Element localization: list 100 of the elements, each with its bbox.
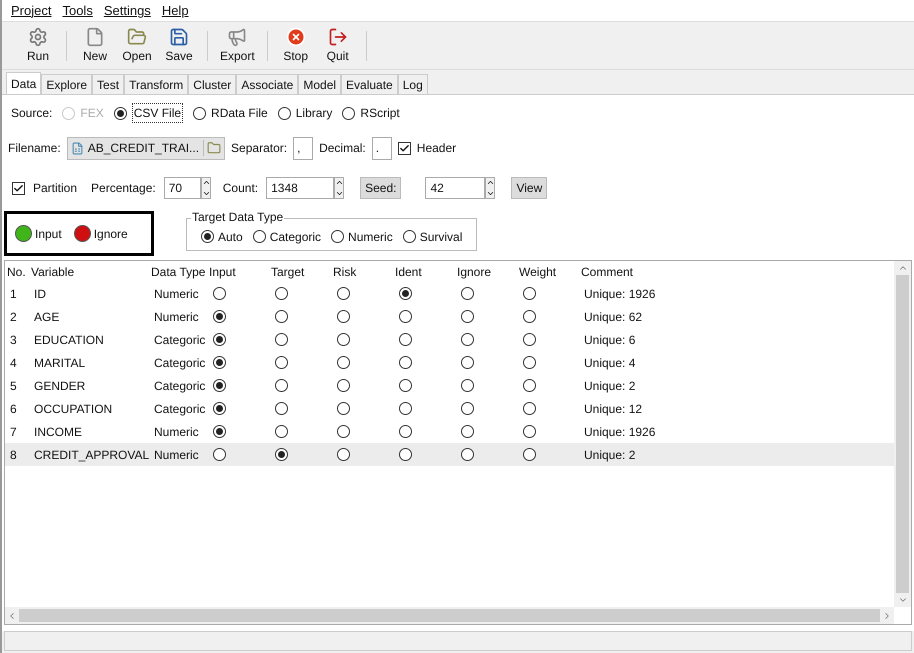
radio-button[interactable] [213,402,226,415]
seed-field[interactable]: 42 [425,177,486,199]
column-header[interactable]: Comment [581,262,894,280]
tab[interactable]: Evaluate [341,74,398,94]
tab[interactable]: Test [92,74,124,94]
horizontal-scrollbar[interactable] [5,607,894,624]
radio-button[interactable] [523,425,536,438]
radio-button[interactable] [523,379,536,392]
toolbar-button[interactable]: Stop [276,26,316,64]
radio-button[interactable] [337,402,350,415]
radio-button[interactable] [461,333,474,346]
percentage-field[interactable]: 70 [164,177,201,199]
radio-button[interactable] [402,230,416,243]
menu-item[interactable]: Settings [98,0,156,20]
decimal-field[interactable]: . [372,136,392,160]
seed-button[interactable]: Seed: [360,177,402,199]
radio-button[interactable] [337,333,350,346]
radio-button[interactable] [399,425,412,438]
vertical-scrollbar[interactable] [894,261,911,607]
column-header[interactable]: Input [209,262,271,280]
view-button[interactable]: View [511,177,548,199]
tab[interactable]: Associate [236,74,298,94]
radio-button[interactable] [461,402,474,415]
table-row[interactable]: 3 EDUCATION Categoric Unique: 6 [5,328,894,351]
radio-button[interactable] [337,425,350,438]
spin-buttons[interactable] [334,177,344,199]
column-header[interactable]: No. [7,262,31,280]
radio-button[interactable] [523,287,536,300]
radio-button[interactable] [275,287,288,300]
column-header[interactable]: Ident [395,262,457,280]
menu-item[interactable]: Tools [57,0,98,20]
tab[interactable]: Explore [41,74,92,94]
radio-button[interactable] [213,448,226,461]
radio-button[interactable] [275,448,288,461]
toolbar-button[interactable]: New [75,26,115,64]
radio-button[interactable] [331,230,344,243]
table-row[interactable]: 8 CREDIT_APPROVAL Numeric Unique: 2 [5,443,894,466]
count-field[interactable]: 1348 [266,177,334,199]
radio-button[interactable] [399,333,412,346]
radio-button[interactable] [275,425,288,438]
radio-button[interactable] [337,287,350,300]
radio-button[interactable] [337,310,350,323]
radio-button[interactable] [213,356,226,369]
radio-button[interactable] [114,106,127,120]
tab[interactable]: Cluster [188,74,236,94]
radio-button[interactable] [523,448,536,461]
radio-button[interactable] [523,310,536,323]
toolbar-button[interactable]: Quit [318,26,358,64]
column-header[interactable]: Target [271,262,333,280]
table-row[interactable]: 7 INCOME Numeric Unique: 1926 [5,420,894,443]
radio-button[interactable] [275,310,288,323]
spin-buttons[interactable] [200,177,211,199]
radio-button[interactable] [399,287,412,300]
column-header[interactable]: Weight [519,262,581,280]
radio-button[interactable] [275,379,288,392]
radio-button[interactable] [213,379,226,392]
radio-button[interactable] [252,230,266,243]
table-row[interactable]: 1 ID Numeric Unique: 1926 [5,282,894,305]
radio-button[interactable] [399,402,412,415]
table-row[interactable]: 6 OCCUPATION Categoric Unique: 12 [5,397,894,420]
radio-button[interactable] [278,106,291,120]
toolbar-button[interactable]: Export [216,26,259,64]
toolbar-button[interactable]: Run [18,26,58,64]
radio-button[interactable] [399,356,412,369]
column-header[interactable]: Risk [333,262,395,280]
radio-button[interactable] [523,402,536,415]
radio-button[interactable] [213,333,226,346]
radio-button[interactable] [275,402,288,415]
radio-button[interactable] [461,287,474,300]
tab[interactable]: Log [398,74,428,94]
column-header[interactable]: Variable [31,262,151,280]
radio-button[interactable] [461,448,474,461]
file-field[interactable]: AB_CREDIT_TRAI... [66,136,226,160]
toolbar-button[interactable]: Save [159,26,199,64]
checkbox[interactable] [398,142,411,154]
radio-button[interactable] [399,310,412,323]
radio-button[interactable] [461,310,474,323]
radio-button[interactable] [213,425,226,438]
tab[interactable]: Transform [124,74,188,94]
column-header[interactable]: Data Type [151,262,209,280]
radio-button[interactable] [213,310,226,323]
folder-icon[interactable] [207,141,222,155]
column-header[interactable]: Ignore [457,262,519,280]
radio-button[interactable] [523,333,536,346]
table-row[interactable]: 5 GENDER Categoric Unique: 2 [5,374,894,397]
radio-button[interactable] [342,106,356,120]
radio-button[interactable] [275,356,288,369]
radio-button[interactable] [399,448,412,461]
radio-button[interactable] [213,287,226,300]
table-row[interactable]: 4 MARITAL Categoric Unique: 4 [5,351,894,374]
radio-button[interactable] [337,379,350,392]
radio-button[interactable] [337,356,350,369]
menu-item[interactable]: Help [156,0,194,20]
radio-button[interactable] [399,379,412,392]
radio-button[interactable] [275,333,288,346]
radio-button[interactable] [523,356,536,369]
radio-button[interactable] [193,106,206,120]
tab[interactable]: Model [298,74,342,94]
radio-button[interactable] [201,230,214,243]
separator-field[interactable]: , [293,136,314,160]
